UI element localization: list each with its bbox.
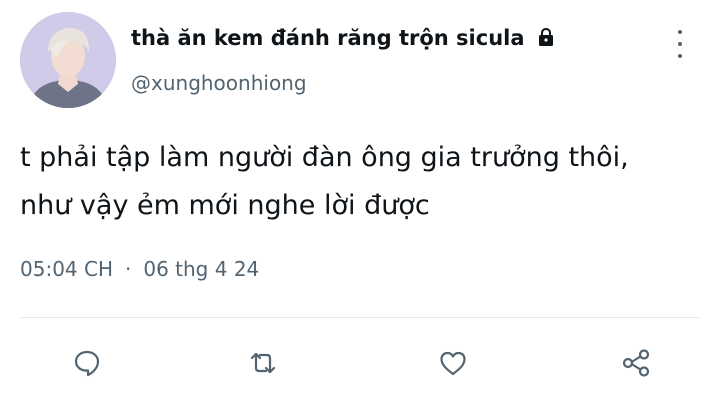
display-name[interactable]: thà ăn kem đánh răng trộn sicula bbox=[131, 26, 556, 52]
tweet-date[interactable]: 06 thg 4 24 bbox=[143, 257, 259, 281]
more-options-icon[interactable] bbox=[670, 30, 690, 58]
more-dot bbox=[678, 30, 682, 34]
tweet-text: t phải tập làm người đàn ông gia trưởng … bbox=[20, 134, 700, 230]
tweet-text-line: như vậy ẻm mới nghe lời được bbox=[20, 190, 430, 221]
meta-separator: · bbox=[125, 257, 132, 281]
more-dot bbox=[678, 54, 682, 58]
reply-icon bbox=[74, 350, 100, 377]
share-icon bbox=[622, 349, 650, 377]
tweet-time[interactable]: 05:04 CH bbox=[20, 257, 113, 281]
retweet-button[interactable] bbox=[244, 344, 282, 382]
tweet-text-line: t phải tập làm người đàn ông gia trưởng … bbox=[20, 142, 629, 173]
divider bbox=[20, 317, 700, 318]
user-handle[interactable]: @xunghoonhiong bbox=[131, 71, 307, 95]
heart-icon bbox=[440, 351, 466, 376]
lock-icon bbox=[536, 27, 556, 52]
reply-button[interactable] bbox=[68, 344, 106, 382]
avatar-photo bbox=[20, 12, 116, 108]
tweet-meta: 05:04 CH · 06 thg 4 24 bbox=[20, 257, 259, 281]
share-button[interactable] bbox=[617, 344, 655, 382]
avatar[interactable] bbox=[20, 12, 116, 108]
like-button[interactable] bbox=[434, 344, 472, 382]
more-dot bbox=[678, 42, 682, 46]
display-name-text: thà ăn kem đánh răng trộn sicula bbox=[131, 26, 525, 50]
retweet-icon bbox=[250, 352, 276, 374]
